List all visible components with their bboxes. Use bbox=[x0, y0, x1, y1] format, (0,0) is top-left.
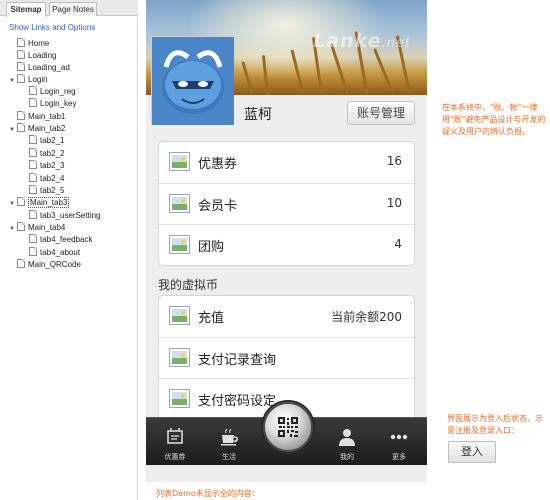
avatar[interactable] bbox=[151, 36, 234, 125]
page-icon bbox=[17, 222, 25, 231]
sitemap-node-home[interactable]: Home bbox=[9, 38, 49, 50]
tab-mine[interactable]: 我的 bbox=[322, 418, 372, 466]
sitemap-node-tab2-2[interactable]: tab2_2 bbox=[21, 148, 64, 160]
sitemap-node-main-tab4[interactable]: ▼ Main_tab4 bbox=[9, 222, 65, 234]
page-icon bbox=[17, 197, 25, 206]
collapse-toggle-icon[interactable]: ▼ bbox=[9, 223, 17, 235]
sitemap-node-login-reg[interactable]: Login_reg bbox=[21, 86, 76, 98]
phone-screen: Lanke.net 蓝柯 账号管理 优惠券 16 会员卡 10 团购 4 我的虚… bbox=[146, 0, 427, 482]
sitemap-node-login[interactable]: ▼ Login bbox=[9, 74, 48, 86]
account-management-button[interactable]: 账号管理 bbox=[347, 101, 415, 125]
sitemap-node-loading[interactable]: Loading bbox=[9, 50, 56, 62]
sitemap-node-main-tab3[interactable]: ▼ Main_tab3 bbox=[9, 197, 70, 210]
sitemap-node-tab2-4[interactable]: tab2_4 bbox=[21, 173, 64, 185]
page-icon bbox=[29, 234, 37, 243]
tab-coupons[interactable]: 优惠券 bbox=[150, 418, 200, 466]
sitemap-node-main-tab2[interactable]: ▼ Main_tab2 bbox=[9, 123, 65, 135]
list-item-coupons[interactable]: 优惠券 16 bbox=[159, 142, 414, 183]
annotation-account-wording: 在本系统中，"账、帐"一律用"账"避免产品设计与开发的疑义及用户的辨认负担。 bbox=[442, 103, 546, 136]
collapse-toggle-icon[interactable]: ▼ bbox=[9, 198, 17, 210]
page-icon bbox=[29, 135, 37, 144]
count-badge: 4 bbox=[394, 237, 402, 251]
login-button[interactable]: 登入 bbox=[448, 441, 496, 463]
collapse-toggle-icon[interactable]: ▼ bbox=[9, 124, 17, 136]
page-icon bbox=[29, 247, 37, 256]
page-icon bbox=[29, 148, 37, 157]
page-icon bbox=[29, 98, 37, 107]
sitemap-node-tab2-5[interactable]: tab2_5 bbox=[21, 185, 64, 197]
page-icon bbox=[17, 50, 25, 59]
annotation-list-demo: 列表Demo未显示全的内容： bbox=[156, 489, 260, 498]
sitemap-node-loading-ad[interactable]: Loading_ad bbox=[9, 62, 70, 74]
more-icon bbox=[390, 434, 408, 440]
list-item-membership-card[interactable]: 会员卡 10 bbox=[159, 183, 414, 224]
page-icon bbox=[29, 86, 37, 95]
collapse-toggle-icon[interactable]: ▼ bbox=[9, 75, 17, 87]
coffee-cup-icon bbox=[221, 428, 238, 446]
section-title-virtual-currency: 我的虚拟币 bbox=[158, 278, 219, 292]
page-icon bbox=[29, 173, 37, 182]
page-icon bbox=[29, 160, 37, 169]
count-badge: 10 bbox=[386, 196, 402, 210]
sitemap-node-tab3-usersetting[interactable]: tab3_userSetting bbox=[21, 210, 101, 222]
page-icon bbox=[17, 111, 25, 120]
qrcode-scan-button[interactable] bbox=[263, 402, 313, 452]
page-icon bbox=[29, 185, 37, 194]
watermark-logo: Lanke.net bbox=[313, 30, 411, 52]
sitemap-node-main-qrcode[interactable]: Main_QRCode bbox=[9, 259, 81, 271]
tab-life[interactable]: 生活 bbox=[204, 418, 254, 466]
sitemap-node-tab2-3[interactable]: tab2_3 bbox=[21, 160, 64, 172]
username: 蓝柯 bbox=[244, 107, 272, 123]
image-icon bbox=[169, 194, 190, 213]
list-item-group-buy[interactable]: 团购 4 bbox=[159, 224, 414, 265]
page-icon bbox=[17, 123, 25, 132]
page-icon bbox=[17, 74, 25, 83]
coupon-icon bbox=[167, 428, 183, 444]
sitemap-node-login-key[interactable]: Login_key bbox=[21, 98, 76, 110]
page-icon bbox=[29, 210, 37, 219]
user-icon bbox=[339, 429, 355, 446]
tab-sitemap[interactable]: Sitemap bbox=[6, 2, 46, 17]
annotation-login-state: 界面展示为登入后状态，示意注册及登录入口： bbox=[447, 414, 543, 435]
balance-text: 当前余额200 bbox=[331, 310, 402, 324]
image-icon bbox=[169, 306, 190, 325]
sitemap-node-main-tab1[interactable]: Main_tab1 bbox=[9, 111, 65, 123]
image-icon bbox=[169, 348, 190, 367]
page-icon bbox=[17, 38, 25, 47]
image-icon bbox=[169, 389, 190, 408]
sitemap-node-tab4-about[interactable]: tab4_about bbox=[21, 247, 80, 259]
sitemap-node-tab4-feedback[interactable]: tab4_feedback bbox=[21, 234, 93, 246]
tab-more[interactable]: 更多 bbox=[374, 418, 424, 466]
sitemap-panel: Sitemap Page Notes Show Links and Option… bbox=[0, 0, 138, 500]
tab-page-notes[interactable]: Page Notes bbox=[49, 2, 97, 16]
page-icon bbox=[17, 62, 25, 71]
show-links-options-link[interactable]: Show Links and Options bbox=[9, 23, 95, 32]
coupons-card: 优惠券 16 会员卡 10 团购 4 bbox=[158, 141, 415, 266]
page-icon bbox=[17, 259, 25, 268]
list-item-payment-records[interactable]: 支付记录查询 bbox=[159, 337, 414, 378]
image-icon bbox=[169, 152, 190, 171]
list-item-recharge[interactable]: 充值 当前余额200 bbox=[159, 296, 414, 337]
sitemap-node-tab2-1[interactable]: tab2_1 bbox=[21, 135, 64, 147]
sitemap-tabs: Sitemap Page Notes bbox=[0, 0, 138, 17]
image-icon bbox=[169, 235, 190, 254]
count-badge: 16 bbox=[386, 154, 402, 168]
qrcode-icon bbox=[278, 417, 298, 437]
